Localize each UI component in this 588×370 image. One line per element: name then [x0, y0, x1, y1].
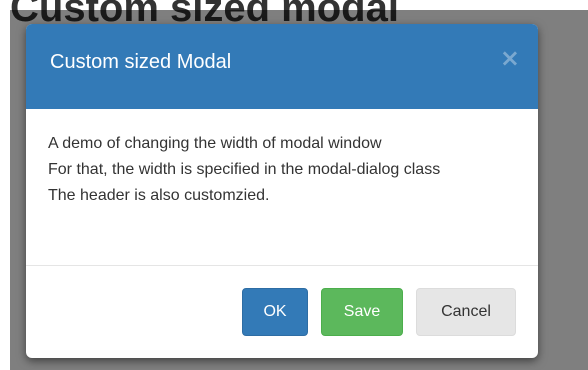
- body-line-2: For that, the width is specified in the …: [48, 161, 441, 178]
- close-icon[interactable]: ×: [500, 46, 520, 70]
- modal-body: A demo of changing the width of modal wi…: [26, 109, 538, 266]
- modal-footer: OK Save Cancel: [26, 266, 538, 358]
- modal-dialog: Custom sized Modal × A demo of changing …: [26, 24, 538, 358]
- page: Custom sized modal Custom sized Modal × …: [0, 0, 588, 370]
- cancel-button[interactable]: Cancel: [416, 288, 516, 336]
- save-button[interactable]: Save: [321, 288, 403, 336]
- modal-title: Custom sized Modal: [50, 51, 232, 73]
- body-line-1: A demo of changing the width of modal wi…: [48, 135, 382, 152]
- ok-button[interactable]: OK: [242, 288, 308, 336]
- modal-header: Custom sized Modal ×: [26, 24, 538, 109]
- body-line-3: The header is also customzied.: [48, 187, 270, 204]
